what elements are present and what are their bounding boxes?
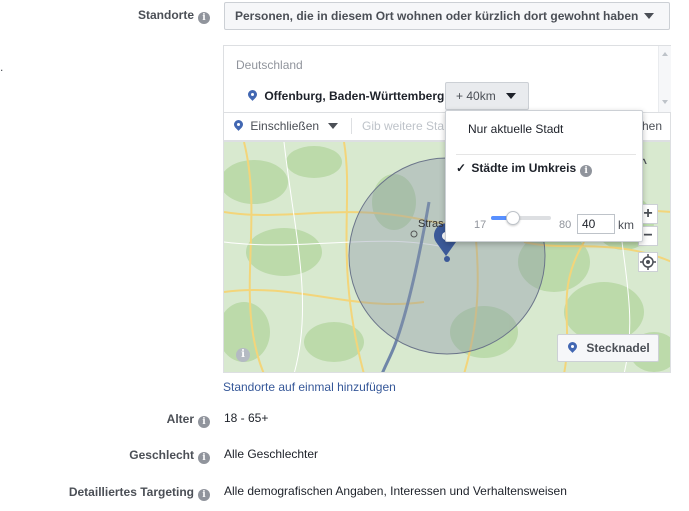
slider-max: 80 — [559, 219, 572, 231]
age-value[interactable]: 18 - 65+ — [224, 411, 268, 425]
radius-unit: km — [618, 218, 634, 232]
checkmark-icon: ✓ — [456, 161, 467, 175]
info-icon[interactable]: i — [198, 416, 210, 428]
chevron-down-icon — [328, 123, 339, 129]
location-pin-icon — [234, 120, 243, 131]
radius-button[interactable]: + 40km — [445, 82, 529, 110]
age-label-text: Alter — [166, 412, 194, 426]
location-pin-icon — [568, 342, 577, 353]
option-radius[interactable]: ✓ Städte im Umkreis i — [456, 161, 593, 177]
location-mode-text: Personen, die in diesem Ort wohnen oder … — [235, 9, 639, 23]
include-dropdown-label: Einschließen — [250, 119, 320, 133]
locations-label-text: Standorte — [137, 8, 194, 22]
info-icon[interactable]: i — [580, 165, 593, 177]
selected-location[interactable]: Offenburg, Baden-Württemberg — [248, 89, 444, 103]
drop-pin-label: Stecknadel — [586, 341, 650, 355]
locate-icon — [640, 254, 656, 270]
divider — [456, 154, 636, 155]
gender-label-text: Geschlecht — [129, 448, 194, 462]
scroll-up-icon — [662, 52, 668, 56]
chevron-down-icon — [505, 93, 516, 99]
info-icon[interactable]: i — [198, 452, 210, 464]
gender-label: Geschlecht i — [20, 448, 210, 464]
radius-slider-handle[interactable] — [506, 211, 521, 225]
radius-slider[interactable] — [491, 211, 551, 225]
search-suffix-text: hen — [642, 119, 663, 133]
info-icon[interactable]: i — [198, 12, 210, 24]
option-city-only[interactable]: Nur aktuelle Stadt — [468, 122, 563, 136]
location-list-scrollbar[interactable] — [658, 46, 671, 112]
location-pin-icon — [248, 90, 257, 101]
bulk-locations-link[interactable]: Standorte auf einmal hinzufügen — [223, 380, 396, 394]
locations-label: Standorte i — [20, 8, 210, 24]
age-label: Alter i — [20, 412, 210, 428]
map-info-icon[interactable]: i — [236, 348, 250, 362]
locate-button[interactable] — [638, 252, 658, 272]
selected-location-label: Offenburg, Baden-Württemberg — [264, 89, 445, 103]
gender-value[interactable]: Alle Geschlechter — [224, 447, 318, 461]
scroll-down-icon — [662, 100, 668, 104]
location-mode-dropdown[interactable]: Personen, die in diesem Ort wohnen oder … — [224, 2, 670, 30]
map-city-label: Stras — [418, 218, 444, 230]
option-radius-label: Städte im Umkreis — [471, 161, 577, 175]
country-heading: Deutschland — [236, 58, 303, 72]
radius-input[interactable]: 40 — [577, 214, 615, 234]
divider — [351, 118, 352, 134]
location-search-input[interactable]: Gib weitere Sta — [362, 119, 444, 133]
radius-button-label: + 40km — [456, 89, 496, 103]
slider-min: 17 — [474, 219, 487, 231]
include-dropdown[interactable]: Einschließen — [234, 119, 339, 133]
detailed-targeting-label-text: Detailliertes Targeting — [68, 485, 194, 499]
stray-mark: . — [0, 60, 4, 74]
detailed-targeting-value[interactable]: Alle demografischen Angaben, Interessen … — [224, 484, 567, 498]
info-icon[interactable]: i — [198, 489, 210, 501]
detailed-targeting-label: Detailliertes Targeting i — [20, 485, 210, 501]
drop-pin-button[interactable]: Stecknadel — [557, 334, 659, 362]
chevron-down-icon — [644, 13, 655, 19]
radius-popup: Nur aktuelle Stadt ✓ Städte im Umkreis i … — [445, 110, 643, 242]
